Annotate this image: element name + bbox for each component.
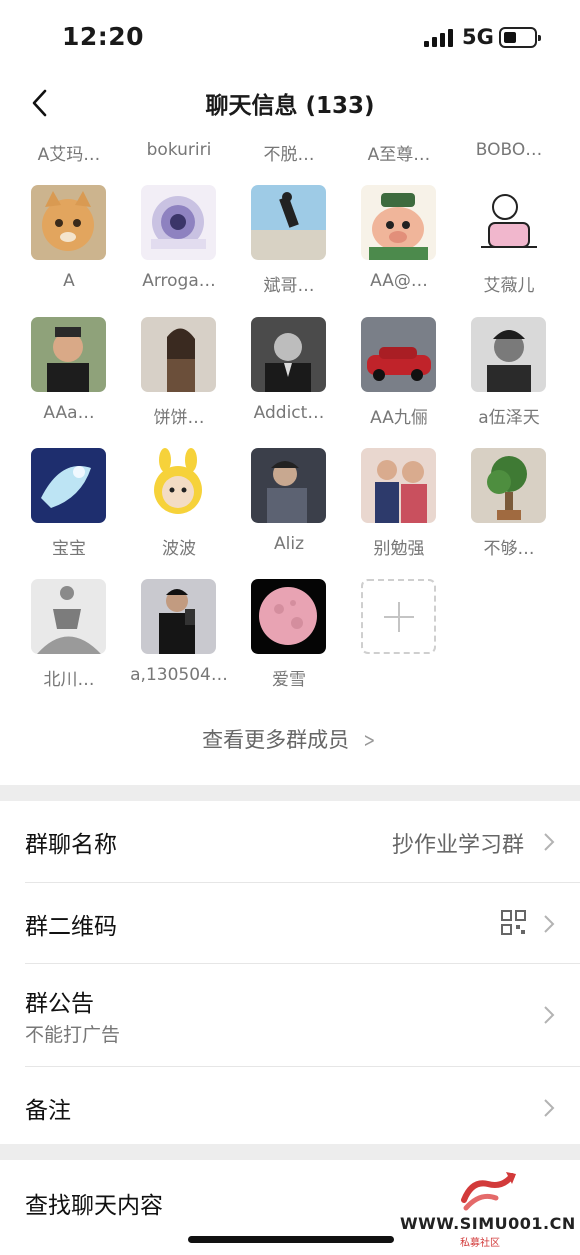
member-item[interactable]: 不够… bbox=[454, 448, 564, 568]
member-name[interactable]: A艾玛… bbox=[14, 140, 124, 165]
member-name: 艾薇儿 bbox=[483, 276, 535, 296]
member-item[interactable]: 别勉强 bbox=[344, 448, 454, 568]
member-name: 宝宝 bbox=[52, 539, 86, 559]
member-avatar[interactable] bbox=[471, 185, 546, 260]
group-name-label: 群聊名称 bbox=[25, 832, 117, 858]
member-avatar[interactable] bbox=[251, 579, 326, 654]
group-name-value: 抄作业学习群 bbox=[391, 833, 524, 858]
member-avatar[interactable] bbox=[31, 448, 106, 523]
page-title: 聊天信息 (133) bbox=[205, 93, 375, 119]
member-name: 斌哥… bbox=[263, 276, 315, 296]
member-avatar[interactable] bbox=[31, 317, 106, 392]
member-name: A bbox=[63, 271, 75, 291]
member-item[interactable]: A bbox=[14, 185, 124, 305]
member-name: 别勉强 bbox=[373, 539, 425, 559]
member-item[interactable]: Addict… bbox=[234, 317, 344, 437]
member-item[interactable]: AA@… bbox=[344, 185, 454, 305]
chevron-right-icon: > bbox=[363, 728, 376, 752]
member-avatar[interactable] bbox=[361, 185, 436, 260]
member-name[interactable]: A至尊… bbox=[344, 140, 454, 165]
remark-label: 备注 bbox=[25, 1098, 71, 1124]
member-item[interactable]: 宝宝 bbox=[14, 448, 124, 568]
member-item[interactable]: 北川… bbox=[14, 579, 124, 699]
member-name: 爱雪 bbox=[272, 670, 306, 690]
member-item[interactable]: 爱雪 bbox=[234, 579, 344, 699]
member-avatar[interactable] bbox=[251, 185, 326, 260]
qrcode-label: 群二维码 bbox=[25, 914, 117, 940]
member-avatar[interactable] bbox=[31, 185, 106, 260]
add-member-item[interactable] bbox=[344, 579, 454, 699]
watermark-subtext: 私募社区 bbox=[460, 1238, 500, 1249]
member-item[interactable]: a伍泽天 bbox=[454, 317, 564, 437]
member-item[interactable]: 斌哥… bbox=[234, 185, 344, 305]
member-avatar[interactable] bbox=[141, 185, 216, 260]
home-indicator[interactable] bbox=[188, 1236, 394, 1243]
member-name: Aliz bbox=[274, 534, 304, 554]
member-name: Addict… bbox=[253, 403, 325, 423]
qrcode-row[interactable]: 群二维码 bbox=[0, 883, 580, 963]
signal-icon bbox=[424, 29, 454, 47]
chevron-right-icon bbox=[544, 833, 555, 851]
member-name: 波波 bbox=[162, 539, 196, 559]
member-name: 北川… bbox=[43, 670, 95, 690]
member-name[interactable]: BOBO… bbox=[454, 140, 564, 160]
member-item[interactable]: Arroga… bbox=[124, 185, 234, 305]
member-name: AA九俪 bbox=[370, 408, 428, 428]
watermark-logo-icon bbox=[461, 1172, 516, 1211]
member-item[interactable]: Aliz bbox=[234, 448, 344, 568]
member-name: a伍泽天 bbox=[478, 408, 540, 428]
members-section: A艾玛… bokuriri 不脱… A至尊… BOBO… A Arroga… 斌… bbox=[0, 130, 580, 785]
member-avatar[interactable] bbox=[361, 448, 436, 523]
member-avatar[interactable] bbox=[141, 579, 216, 654]
member-name: AA@… bbox=[370, 271, 428, 291]
group-notice-label: 群公告 bbox=[25, 991, 94, 1017]
member-avatar[interactable] bbox=[471, 317, 546, 392]
watermark-text: WWW.SIMU001.CN bbox=[400, 1214, 576, 1233]
member-avatar[interactable] bbox=[251, 317, 326, 392]
settings-section: 群聊名称 抄作业学习群 群二维码 群公告 不能打广告 备注 bbox=[0, 801, 580, 1144]
chevron-right-icon bbox=[544, 1099, 555, 1117]
member-item[interactable]: 波波 bbox=[124, 448, 234, 568]
add-member-button[interactable] bbox=[361, 579, 436, 654]
group-notice-value: 不能打广告 bbox=[25, 1024, 121, 1046]
search-history-label: 查找聊天内容 bbox=[25, 1193, 163, 1219]
member-name[interactable]: bokuriri bbox=[124, 140, 234, 160]
member-item[interactable]: 饼饼… bbox=[124, 317, 234, 437]
member-avatar[interactable] bbox=[361, 317, 436, 392]
member-avatar[interactable] bbox=[141, 448, 216, 523]
member-item[interactable]: a,130504… bbox=[124, 579, 234, 699]
view-more-members-link[interactable]: 查看更多群成员 > bbox=[0, 724, 580, 754]
group-notice-row[interactable]: 群公告 不能打广告 bbox=[0, 964, 580, 1066]
member-item[interactable]: AAa… bbox=[14, 317, 124, 437]
qrcode-icon bbox=[501, 910, 526, 935]
member-name: AAa… bbox=[43, 403, 95, 423]
member-item[interactable]: AA九俪 bbox=[344, 317, 454, 437]
member-avatar[interactable] bbox=[251, 448, 326, 523]
chevron-right-icon bbox=[544, 1006, 555, 1024]
nav-bar: 聊天信息 (133) bbox=[0, 78, 580, 130]
member-avatar[interactable] bbox=[141, 317, 216, 392]
remark-row[interactable]: 备注 bbox=[0, 1067, 580, 1144]
group-name-row[interactable]: 群聊名称 抄作业学习群 bbox=[0, 801, 580, 882]
view-more-label: 查看更多群成员 bbox=[202, 728, 350, 752]
status-time: 12:20 bbox=[62, 22, 145, 51]
network-label: 5G bbox=[462, 25, 494, 49]
top-names-row: A艾玛… bokuriri 不脱… A至尊… BOBO… bbox=[0, 140, 580, 166]
member-item[interactable]: 艾薇儿 bbox=[454, 185, 564, 305]
chevron-right-icon bbox=[544, 915, 555, 933]
battery-icon bbox=[499, 27, 541, 48]
member-name: 不够… bbox=[483, 539, 535, 559]
member-name: Arroga… bbox=[142, 271, 216, 291]
member-name: 饼饼… bbox=[153, 408, 205, 428]
member-name[interactable]: 不脱… bbox=[234, 140, 344, 165]
member-avatar[interactable] bbox=[471, 448, 546, 523]
member-avatar[interactable] bbox=[31, 579, 106, 654]
status-bar: 12:20 5G bbox=[0, 0, 580, 78]
watermark: WWW.SIMU001.CN 私募社区 bbox=[400, 1170, 576, 1249]
member-name: a,130504… bbox=[130, 665, 228, 685]
